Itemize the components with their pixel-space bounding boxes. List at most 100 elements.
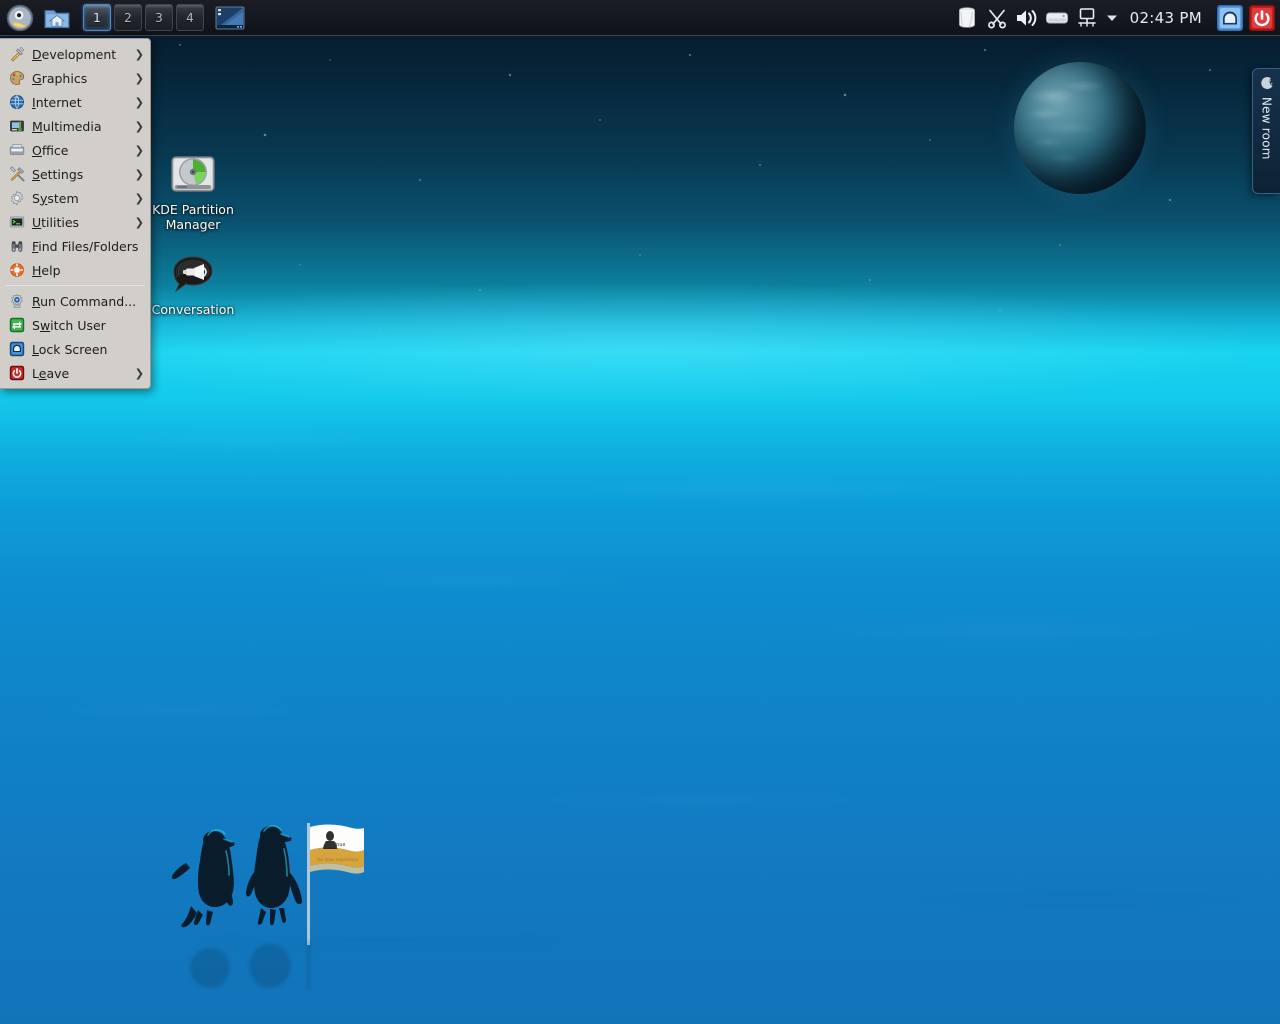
- desktop[interactable]: Linux the linux experience KDE Partition…: [0, 0, 1280, 1024]
- find-binoculars-icon: [9, 238, 25, 254]
- desktop-icon-kde-partition-manager[interactable]: KDE Partition Manager: [143, 150, 243, 232]
- top-panel: 1 2 3 4 02:43 PM: [0, 0, 1280, 36]
- taskbar-item-show-desktop[interactable]: [212, 1, 248, 35]
- menu-item-lock-screen[interactable]: Lock Screen: [0, 337, 150, 361]
- menu-item-label: Internet: [32, 94, 82, 110]
- menu-separator: [5, 285, 145, 286]
- desktop-pager-2[interactable]: 2: [114, 4, 142, 31]
- settings-tools-icon: [9, 166, 25, 182]
- menu-item-switch-user[interactable]: Switch User: [0, 313, 150, 337]
- kickoff-application-launcher[interactable]: [3, 1, 37, 35]
- menu-item-development[interactable]: Development ❯: [0, 42, 150, 66]
- development-hammer-icon: [9, 46, 25, 62]
- menu-item-label: System: [32, 190, 79, 206]
- menu-item-multimedia[interactable]: Multimedia ❯: [0, 114, 150, 138]
- crescent-moon-icon: [1260, 77, 1272, 90]
- desktop-icon-label: KDE Partition Manager: [152, 202, 234, 232]
- chevron-right-icon: ❯: [134, 215, 144, 229]
- svg-text:Linux: Linux: [332, 842, 346, 848]
- tray-volume[interactable]: [1012, 0, 1042, 36]
- menu-item-find-files-folders[interactable]: Find Files/Folders: [0, 234, 150, 258]
- panel-clock[interactable]: 02:43 PM: [1122, 9, 1214, 27]
- menu-item-label: Run Command...: [32, 293, 137, 309]
- chevron-right-icon: ❯: [134, 119, 144, 133]
- chevron-right-icon: ❯: [134, 143, 144, 157]
- penguins-and-flag-decoration: Linux the linux experience: [171, 823, 364, 945]
- show-desktop-icon: [215, 6, 245, 29]
- desktop-pager-4[interactable]: 4: [176, 4, 204, 31]
- lock-screen-icon: [9, 341, 25, 357]
- tray-expand-arrow-icon: [1106, 15, 1117, 21]
- menu-item-label: Find Files/Folders: [32, 238, 139, 254]
- power-off-icon: [1249, 4, 1275, 31]
- office-icon: [9, 142, 25, 158]
- graphics-palette-icon: [9, 70, 25, 86]
- application-menu[interactable]: Development ❯ Graphics ❯ Internet ❯ Mult…: [0, 38, 151, 389]
- volume-speaker-icon: [1016, 9, 1036, 26]
- tray-klipper[interactable]: [982, 0, 1012, 36]
- leave-power-icon: [9, 365, 25, 381]
- tray-expand-arrow[interactable]: [1102, 0, 1122, 36]
- menu-item-run-command[interactable]: Run Command...: [0, 289, 150, 313]
- desktop-icon-conversation[interactable]: Conversation: [143, 250, 243, 317]
- pager-label: 4: [186, 10, 194, 25]
- multimedia-icon: [9, 118, 25, 134]
- pager-label: 2: [124, 10, 132, 25]
- tray-trash[interactable]: [952, 0, 982, 36]
- menu-item-label: Settings: [32, 166, 84, 182]
- pager-label: 3: [155, 10, 163, 25]
- trash-icon: [958, 6, 975, 28]
- kubuntu-logo-icon: [6, 4, 34, 31]
- removable-device-icon: [1045, 12, 1068, 23]
- switch-user-icon: [9, 317, 25, 333]
- shutdown-button[interactable]: [1247, 3, 1277, 33]
- desktop-pager-1[interactable]: 1: [83, 4, 111, 31]
- menu-item-graphics[interactable]: Graphics ❯: [0, 66, 150, 90]
- conversation-bubble-icon: [173, 256, 213, 293]
- chevron-right-icon: ❯: [134, 71, 144, 85]
- taskbar-item-file-manager[interactable]: [39, 1, 75, 35]
- menu-item-label: Multimedia: [32, 118, 102, 134]
- menu-item-utilities[interactable]: Utilities ❯: [0, 210, 150, 234]
- lock-screen-icon: [1217, 4, 1243, 31]
- home-folder-icon: [44, 9, 70, 28]
- menu-item-system[interactable]: System ❯: [0, 186, 150, 210]
- menu-item-label: Switch User: [32, 317, 106, 333]
- new-room-tab[interactable]: New room: [1252, 68, 1280, 194]
- menu-item-label: Office: [32, 142, 69, 158]
- desktop-pager-3[interactable]: 3: [145, 4, 173, 31]
- virtual-desktop-pager[interactable]: 1 2 3 4: [83, 4, 204, 31]
- internet-globe-icon: [9, 94, 25, 110]
- chevron-right-icon: ❯: [134, 191, 144, 205]
- chevron-right-icon: ❯: [134, 47, 144, 61]
- menu-item-help[interactable]: Help: [0, 258, 150, 282]
- menu-item-label: Lock Screen: [32, 341, 108, 357]
- planet-decoration: [1014, 62, 1146, 194]
- menu-item-internet[interactable]: Internet ❯: [0, 90, 150, 114]
- menu-item-label: Utilities: [32, 214, 80, 230]
- tray-network[interactable]: [1072, 0, 1102, 36]
- new-room-tab-label: New room: [1259, 97, 1274, 160]
- harddisk-partition-icon: [171, 156, 215, 192]
- system-gear-icon: [9, 190, 25, 206]
- help-lifering-icon: [9, 262, 25, 278]
- system-tray: 02:43 PM: [952, 0, 1280, 36]
- clipboard-scissors-icon: [987, 9, 1006, 28]
- menu-item-label: Help: [32, 262, 61, 278]
- menu-item-label: Graphics: [32, 70, 88, 86]
- menu-item-label: Leave: [32, 365, 70, 381]
- tray-device-notifier[interactable]: [1042, 0, 1072, 36]
- menu-item-label: Development: [32, 46, 117, 62]
- panel-left-section: 1 2 3 4: [0, 0, 248, 36]
- run-command-gear-icon: [9, 293, 25, 309]
- desktop-icon-label: Conversation: [151, 302, 235, 317]
- menu-item-leave[interactable]: Leave ❯: [0, 361, 150, 385]
- lock-screen-button[interactable]: [1215, 3, 1245, 33]
- pager-label: 1: [93, 10, 101, 25]
- menu-item-settings[interactable]: Settings ❯: [0, 162, 150, 186]
- menu-item-office[interactable]: Office ❯: [0, 138, 150, 162]
- chevron-right-icon: ❯: [134, 366, 144, 380]
- chevron-right-icon: ❯: [134, 95, 144, 109]
- chevron-right-icon: ❯: [134, 167, 144, 181]
- utilities-terminal-icon: [9, 214, 25, 230]
